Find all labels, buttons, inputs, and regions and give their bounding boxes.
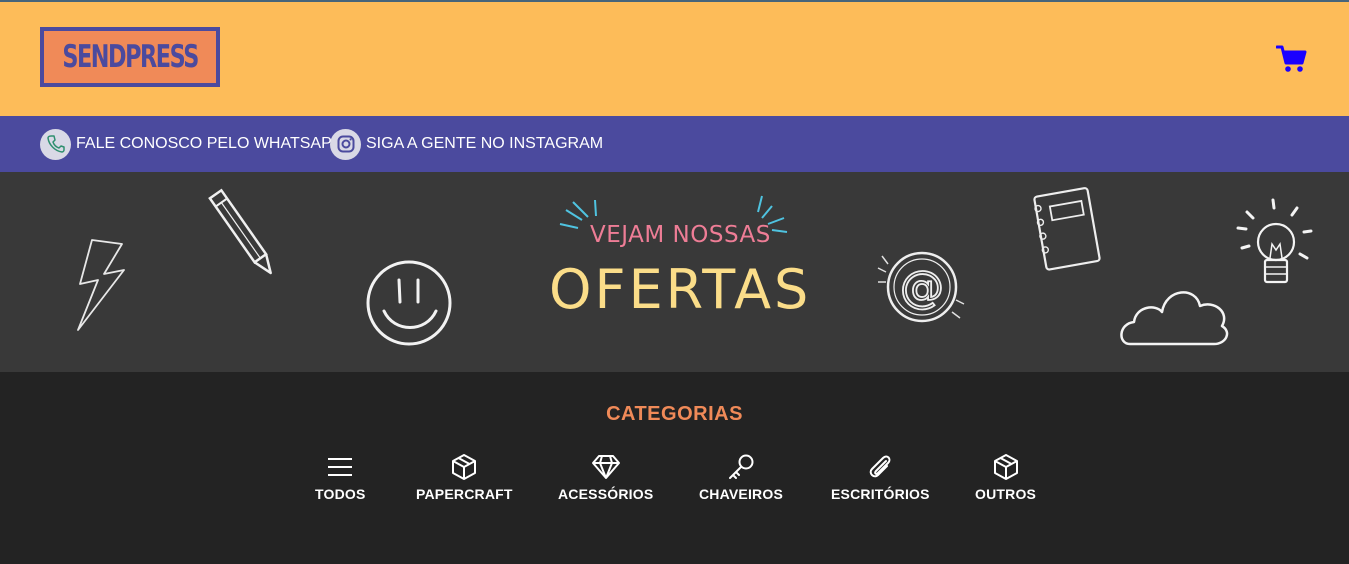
menu-icon (325, 452, 355, 482)
categories-title: CATEGORIAS (606, 403, 743, 425)
whatsapp-link[interactable]: FALE CONOSCO PELO WHATSAPP (40, 128, 343, 160)
paperclip-icon (865, 452, 895, 482)
category-chaveiros[interactable]: CHAVEIROS (699, 452, 783, 502)
box-icon (991, 452, 1021, 482)
svg-text:@: @ (900, 262, 944, 313)
category-label: CHAVEIROS (699, 486, 783, 502)
category-label: ESCRITÓRIOS (831, 486, 930, 502)
offers-banner[interactable]: @ VEJAM NOSSAS OFERTAS (0, 172, 1349, 372)
cart-button[interactable] (1275, 44, 1308, 74)
box-icon (449, 452, 479, 482)
category-escritorios[interactable]: ESCRITÓRIOS (831, 452, 930, 502)
banner-subtitle: VEJAM NOSSAS (590, 222, 771, 248)
category-acessorios[interactable]: ACESSÓRIOS (558, 452, 653, 502)
category-todos[interactable]: TODOS (315, 452, 366, 502)
instagram-icon (330, 128, 361, 160)
diamond-icon (591, 452, 621, 482)
phone-icon (40, 128, 71, 160)
instagram-link[interactable]: SIGA A GENTE NO INSTAGRAM (330, 128, 604, 160)
whatsapp-label: FALE CONOSCO PELO WHATSAPP (76, 135, 343, 152)
contact-bar: FALE CONOSCO PELO WHATSAPP SIGA A GENTE … (0, 116, 1349, 172)
banner-title: OFERTAS (549, 258, 812, 321)
logo[interactable]: SENDPRESS (40, 27, 220, 87)
category-label: OUTROS (975, 486, 1037, 502)
instagram-label: SIGA A GENTE NO INSTAGRAM (366, 135, 604, 152)
category-label: PAPERCRAFT (416, 486, 513, 502)
shopping-cart-icon (1275, 45, 1307, 72)
category-label: TODOS (315, 486, 366, 502)
category-papercraft[interactable]: PAPERCRAFT (416, 452, 513, 502)
logo-text: SENDPRESS (62, 39, 199, 75)
category-label: ACESSÓRIOS (558, 486, 654, 502)
site-header: SENDPRESS (0, 2, 1349, 116)
key-icon (726, 452, 756, 482)
category-outros[interactable]: OUTROS (975, 452, 1036, 502)
